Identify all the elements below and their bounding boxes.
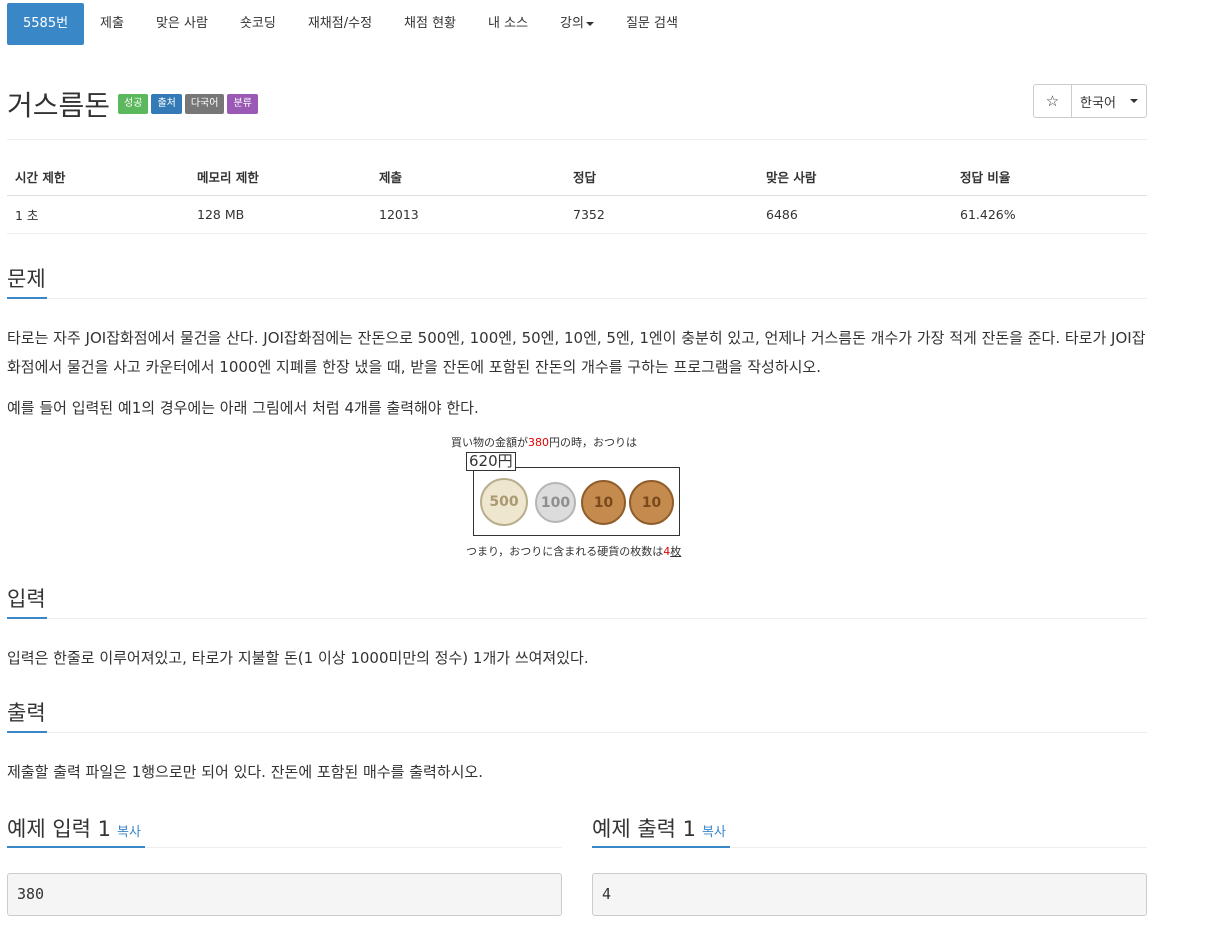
coin-10-label: 10 <box>641 494 662 511</box>
figure-top-amount: 380 <box>528 436 549 449</box>
tab-lectures-label: 강의 <box>560 16 584 31</box>
tab-accepted-users[interactable]: 맞은 사람 <box>140 3 224 45</box>
section-underline <box>592 846 730 848</box>
figure-bottom-suffix: 枚 <box>670 545 682 558</box>
value-accepted: 7352 <box>565 195 758 234</box>
figure-top-suffix: 円の時，おつりは <box>549 436 637 449</box>
value-memory-limit: 128 MB <box>189 195 371 234</box>
sample-input-title: 예제 입력 1 복사 <box>7 813 141 843</box>
coin-10-icon: 10 <box>629 480 674 525</box>
star-icon: ☆ <box>1045 92 1060 110</box>
language-select[interactable]: 한국어 <box>1072 85 1146 117</box>
sample-input-heading: 예제 입력 1 <box>7 817 111 841</box>
coin-500-label: 500 <box>489 494 519 510</box>
section-divider <box>7 732 1147 733</box>
tab-lectures[interactable]: 강의 <box>544 3 610 45</box>
page-title: 거스름돈 <box>7 89 111 122</box>
title-actions: ☆ 한국어 <box>1033 84 1147 118</box>
header-time-limit: 시간 제한 <box>7 158 189 196</box>
value-accepted-users: 6486 <box>758 195 952 234</box>
tab-submit[interactable]: 제출 <box>84 3 140 45</box>
figure-top-prefix: 買い物の金額が <box>451 436 528 449</box>
problem-info-table: 시간 제한 메모리 제한 제출 정답 맞은 사람 정답 비율 1 초 128 M… <box>7 158 1147 234</box>
section-underline <box>7 617 47 619</box>
section-underline <box>7 297 47 299</box>
value-accept-ratio: 61.426% <box>952 195 1147 234</box>
section-underline <box>7 731 47 733</box>
header-submissions: 제출 <box>371 158 565 196</box>
caret-down-icon <box>1129 99 1138 103</box>
tab-my-source[interactable]: 내 소스 <box>472 3 544 45</box>
star-button[interactable]: ☆ <box>1034 85 1072 117</box>
sample-input-box[interactable]: 380 <box>7 873 562 916</box>
title-divider <box>7 139 1147 140</box>
header-accept-ratio: 정답 비율 <box>952 158 1147 196</box>
value-submissions: 12013 <box>371 195 565 234</box>
tab-problem[interactable]: 5585번 <box>7 3 85 45</box>
section-title-output: 출력 <box>7 701 46 725</box>
caret-down-icon <box>585 21 594 26</box>
coin-500-icon: 500 <box>480 478 528 526</box>
header-accepted: 정답 <box>565 158 758 196</box>
title-row: 거스름돈 성공 출처 다국어 분류 ☆ 한국어 <box>7 84 1147 124</box>
figure-change-label: 620円 <box>466 452 516 471</box>
tab-rejudge[interactable]: 재채점/수정 <box>292 3 388 45</box>
section-divider <box>7 618 1147 619</box>
header-accepted-users: 맞은 사람 <box>758 158 952 196</box>
problem-figure: 買い物の金額が380円の時，おつりは 620円 500 100 10 10 つま… <box>445 432 715 562</box>
badge-multilang[interactable]: 다국어 <box>184 94 225 114</box>
section-divider <box>7 298 1147 299</box>
section-title-input: 입력 <box>7 587 46 611</box>
header-memory-limit: 메모리 제한 <box>189 158 371 196</box>
problem-nav: 5585번 제출 맞은 사람 숏코딩 재채점/수정 채점 현황 내 소스 강의 … <box>7 3 694 45</box>
input-description: 입력은 한줄로 이루어져있고, 타로가 지불할 돈(1 이상 1000미만의 정… <box>7 649 589 667</box>
table-header-row: 시간 제한 메모리 제한 제출 정답 맞은 사람 정답 비율 <box>7 158 1147 196</box>
copy-input-link[interactable]: 복사 <box>117 825 141 840</box>
problem-example-note: 예를 들어 입력된 예1의 경우에는 아래 그림에서 처럼 4개를 출력해야 한… <box>7 399 479 417</box>
tab-status[interactable]: 채점 현황 <box>388 3 472 45</box>
tab-question-search[interactable]: 질문 검색 <box>610 3 694 45</box>
tab-short-coding[interactable]: 숏코딩 <box>224 3 292 45</box>
badge-success[interactable]: 성공 <box>118 94 149 114</box>
badge-source[interactable]: 출처 <box>151 94 182 114</box>
coin-100-icon: 100 <box>535 482 576 523</box>
copy-output-link[interactable]: 복사 <box>702 825 726 840</box>
sample-output-box[interactable]: 4 <box>592 873 1147 916</box>
sample-output-heading: 예제 출력 1 <box>592 817 696 841</box>
figure-bottom-prefix: つまり，おつりに含まれる硬貨の枚数は <box>466 545 664 558</box>
output-description: 제출할 출력 파일은 1행으로만 되어 있다. 잔돈에 포함된 매수를 출력하시… <box>7 763 483 781</box>
figure-top-caption: 買い物の金額が380円の時，おつりは <box>451 434 637 450</box>
section-title-problem: 문제 <box>7 267 46 291</box>
problem-description: 타로는 자주 JOI잡화점에서 물건을 산다. JOI잡화점에는 잔돈으로 50… <box>7 329 1146 376</box>
coin-10-label: 10 <box>593 494 614 511</box>
badge-category[interactable]: 분류 <box>227 94 258 114</box>
language-label: 한국어 <box>1080 95 1116 111</box>
value-time-limit: 1 초 <box>7 195 189 234</box>
badge-list: 성공 출처 다국어 분류 <box>118 94 258 114</box>
coin-100-label: 100 <box>540 494 571 511</box>
sample-output-title: 예제 출력 1 복사 <box>592 813 726 843</box>
table-row: 1 초 128 MB 12013 7352 6486 61.426% <box>7 195 1147 234</box>
coin-10-icon: 10 <box>581 480 626 525</box>
figure-bottom-caption: つまり，おつりに含まれる硬貨の枚数は4枚 <box>466 543 681 559</box>
section-underline <box>7 846 145 848</box>
figure-coin-box: 500 100 10 10 <box>473 467 680 536</box>
